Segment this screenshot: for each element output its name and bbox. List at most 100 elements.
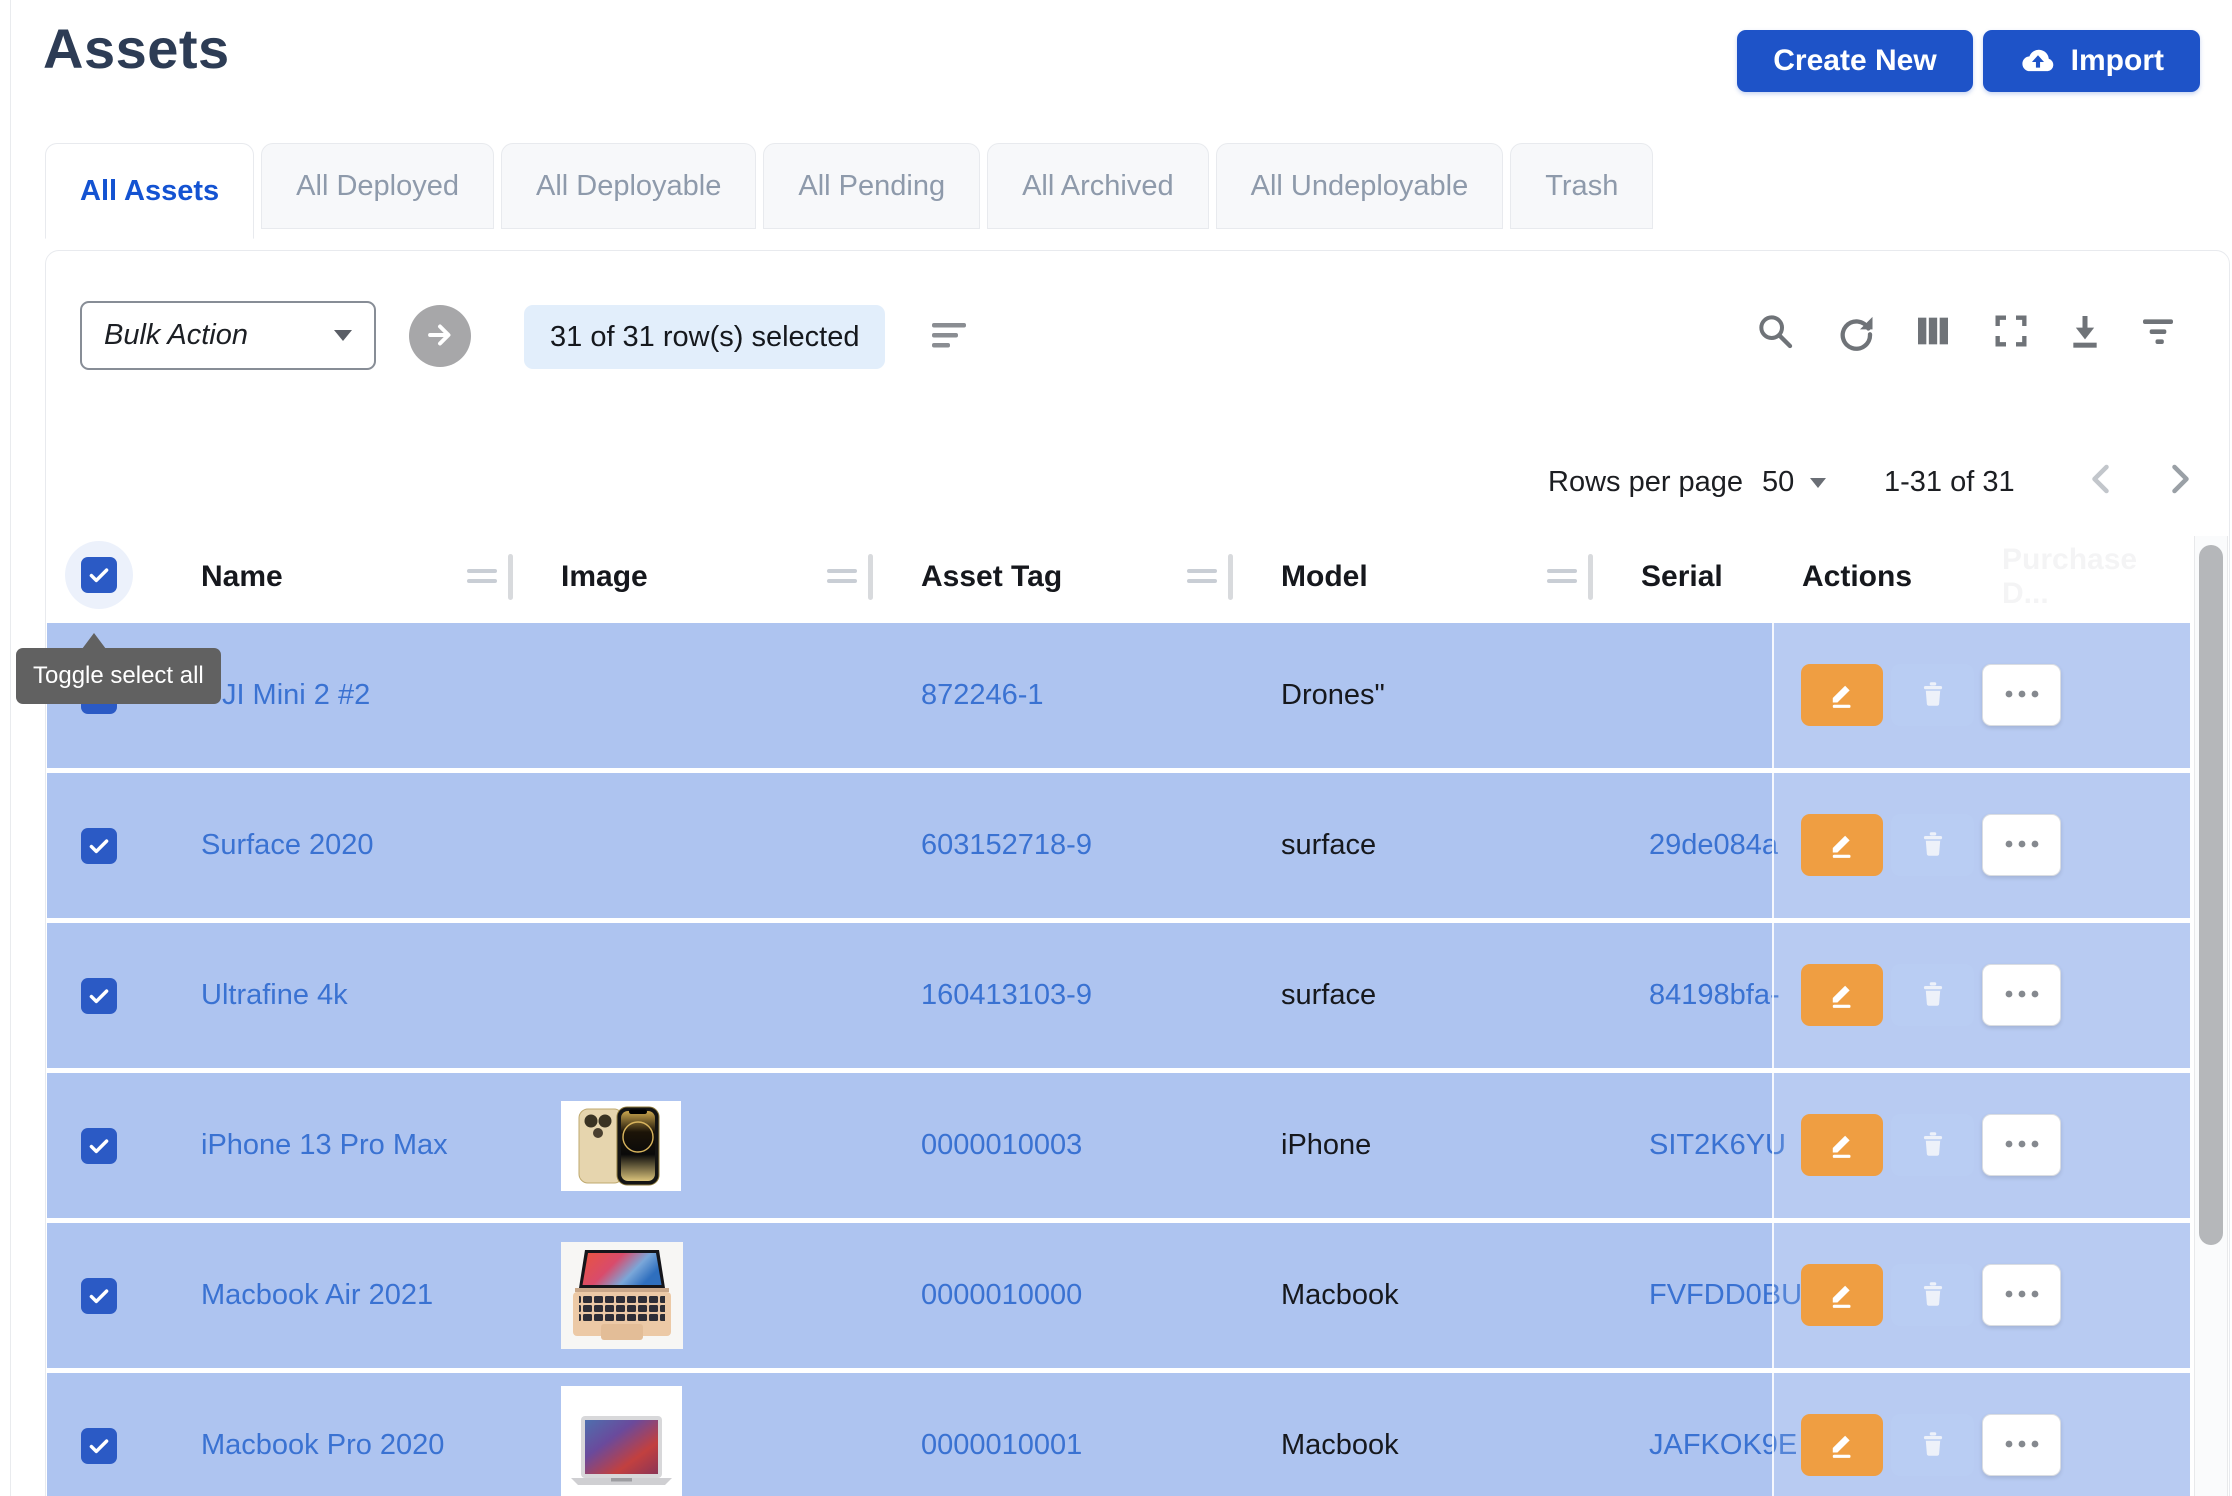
column-header-image[interactable]: Image xyxy=(557,537,917,617)
edit-button[interactable] xyxy=(1801,1114,1883,1176)
more-actions-button[interactable] xyxy=(1982,964,2061,1026)
delete-button[interactable] xyxy=(1891,1264,1974,1326)
more-actions-button[interactable] xyxy=(1982,814,2061,876)
asset-model-cell: Macbook xyxy=(1277,1373,1637,1496)
edit-button[interactable] xyxy=(1801,664,1883,726)
download-icon[interactable] xyxy=(2063,309,2107,353)
fullscreen-icon[interactable] xyxy=(1989,309,2033,353)
table-body: DJI Mini 2 #2 872246-1 Drones" Surface 2020… xyxy=(47,623,2190,1496)
row-checkbox[interactable] xyxy=(81,828,117,864)
column-resize-divider xyxy=(508,554,513,600)
edit-pencil-icon xyxy=(1825,1127,1859,1164)
trash-icon xyxy=(1917,978,1949,1013)
previous-page-button[interactable] xyxy=(2082,457,2122,505)
row-select-cell xyxy=(47,1373,197,1496)
select-all-checkbox[interactable] xyxy=(81,557,117,593)
rows-per-page-label: Rows per page xyxy=(1548,466,1743,499)
window-edge-divider xyxy=(10,0,11,1496)
column-header-asset-tag[interactable]: Asset Tag xyxy=(917,537,1277,617)
asset-name-link[interactable]: Surface 2020 xyxy=(201,829,374,862)
column-header-label: Serial xyxy=(1637,560,1723,594)
asset-tag-link[interactable]: 160413103-9 xyxy=(921,979,1092,1012)
bulk-action-select[interactable]: Bulk Action xyxy=(80,301,376,370)
asset-name-link[interactable]: iPhone 13 Pro Max xyxy=(201,1129,448,1162)
delete-button[interactable] xyxy=(1891,814,1974,876)
tab-all-deployed[interactable]: All Deployed xyxy=(261,143,494,229)
column-header-label: Model xyxy=(1277,560,1368,594)
row-checkbox[interactable] xyxy=(81,1128,117,1164)
macbook-pro-silver-thumbnail[interactable] xyxy=(561,1386,682,1496)
macbook-air-gold-thumbnail[interactable] xyxy=(561,1242,683,1349)
more-dots-icon xyxy=(2002,1137,2042,1154)
column-header-name[interactable]: Name xyxy=(197,537,557,617)
table-row: Macbook Air 20210000010000MacbookFVFDD0B… xyxy=(47,1223,2190,1368)
asset-model-cell: Drones" xyxy=(1277,623,1637,768)
import-button[interactable]: Import xyxy=(1983,30,2200,92)
more-actions-button[interactable] xyxy=(1982,1414,2061,1476)
vertical-scrollbar[interactable] xyxy=(2194,536,2228,1496)
edit-pencil-icon xyxy=(1825,827,1859,864)
more-actions-button[interactable] xyxy=(1982,1264,2061,1326)
delete-button[interactable] xyxy=(1891,964,1974,1026)
edit-button[interactable] xyxy=(1801,1264,1883,1326)
tab-all-deployable[interactable]: All Deployable xyxy=(501,143,756,229)
delete-button[interactable] xyxy=(1891,664,1974,726)
tab-bar: All AssetsAll DeployedAll DeployableAll … xyxy=(45,143,1653,239)
edit-button[interactable] xyxy=(1801,1414,1883,1476)
column-header-model[interactable]: Model xyxy=(1277,537,1637,617)
asset-model: Macbook xyxy=(1281,1279,1399,1312)
asset-name-link[interactable]: DJI Mini 2 #2 xyxy=(201,679,370,712)
asset-name-link[interactable]: Macbook Pro 2020 xyxy=(201,1429,444,1462)
bulk-action-go-button[interactable] xyxy=(409,305,471,367)
row-select-cell xyxy=(47,1223,197,1368)
search-icon[interactable] xyxy=(1753,309,1797,353)
tab-all-archived[interactable]: All Archived xyxy=(987,143,1209,229)
column-header-label: Image xyxy=(557,560,648,594)
toolbar-lines-icon[interactable] xyxy=(932,323,968,354)
asset-tag-link[interactable]: 603152718-9 xyxy=(921,829,1092,862)
row-checkbox[interactable] xyxy=(81,978,117,1014)
refresh-icon[interactable] xyxy=(1833,309,1877,353)
tab-all-assets[interactable]: All Assets xyxy=(45,143,254,239)
more-actions-button[interactable] xyxy=(1982,664,2061,726)
asset-tag-link[interactable]: 0000010003 xyxy=(921,1129,1082,1162)
page-range-label: 1-31 of 31 xyxy=(1884,466,2015,499)
row-checkbox[interactable] xyxy=(81,1278,117,1314)
tab-all-undeployable[interactable]: All Undeployable xyxy=(1216,143,1504,229)
asset-name-link[interactable]: Ultrafine 4k xyxy=(201,979,348,1012)
more-actions-button[interactable] xyxy=(1982,1114,2061,1176)
drag-handle-icon[interactable] xyxy=(827,569,857,589)
delete-button[interactable] xyxy=(1891,1114,1974,1176)
filter-icon[interactable] xyxy=(2136,309,2180,353)
tab-trash[interactable]: Trash xyxy=(1510,143,1653,229)
asset-name-link[interactable]: Macbook Air 2021 xyxy=(201,1279,433,1312)
scrollbar-thumb[interactable] xyxy=(2199,545,2223,1245)
drag-handle-icon[interactable] xyxy=(1547,569,1577,589)
edit-button[interactable] xyxy=(1801,814,1883,876)
header-actions: Create New Import xyxy=(1737,30,2200,92)
asset-serial-link[interactable]: 29de084a xyxy=(1649,829,1778,862)
asset-serial-link[interactable]: SIT2K6YU xyxy=(1649,1129,1786,1162)
asset-tag-link[interactable]: 0000010000 xyxy=(921,1279,1082,1312)
delete-button[interactable] xyxy=(1891,1414,1974,1476)
asset-tag-link[interactable]: 0000010001 xyxy=(921,1429,1082,1462)
asset-tag-link[interactable]: 872246-1 xyxy=(921,679,1044,712)
asset-image-cell xyxy=(557,773,917,918)
row-checkbox[interactable] xyxy=(81,1428,117,1464)
page-title: Assets xyxy=(43,16,230,81)
rows-per-page-value: 50 xyxy=(1762,466,1794,499)
drag-handle-icon[interactable] xyxy=(1187,569,1217,589)
next-page-button[interactable] xyxy=(2159,457,2199,505)
asset-serial-link[interactable]: 84198bfa- xyxy=(1649,979,1780,1012)
columns-icon[interactable] xyxy=(1911,309,1955,353)
drag-handle-icon[interactable] xyxy=(467,569,497,589)
create-new-button[interactable]: Create New xyxy=(1737,30,1972,92)
row-select-cell xyxy=(47,923,197,1068)
edit-pencil-icon xyxy=(1825,1277,1859,1314)
edit-button[interactable] xyxy=(1801,964,1883,1026)
row-actions-overlay xyxy=(1772,1373,2190,1496)
iphone-gold-thumbnail[interactable] xyxy=(561,1101,681,1191)
tab-all-pending[interactable]: All Pending xyxy=(763,143,980,229)
table-row: Surface 2020603152718-9surface29de084a xyxy=(47,773,2190,918)
rows-per-page-select[interactable]: 50 xyxy=(1762,466,1826,499)
